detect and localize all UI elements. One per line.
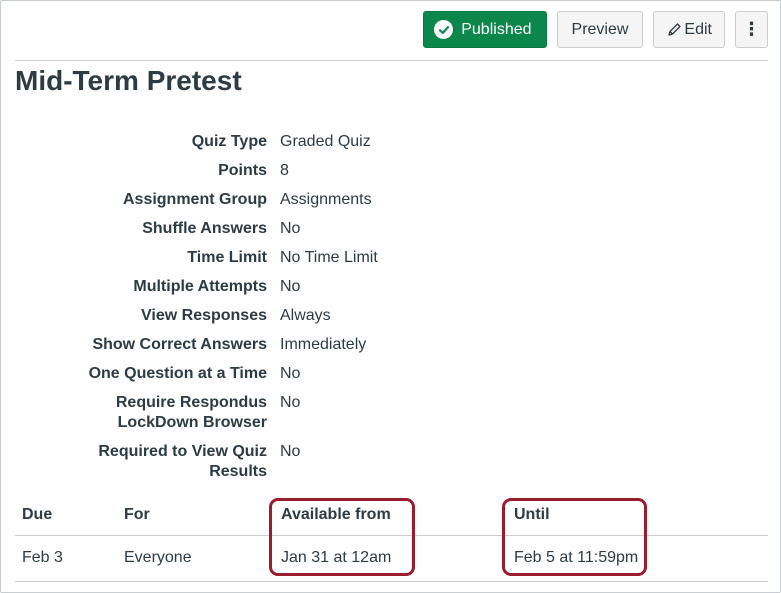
detail-value: No: [280, 278, 301, 295]
detail-value: No Time Limit: [280, 249, 378, 266]
detail-label: Show Correct Answers: [92, 336, 267, 353]
detail-value: Graded Quiz: [280, 133, 371, 150]
detail-row: Time Limit No Time Limit: [1, 248, 781, 268]
detail-value: 8: [280, 162, 289, 179]
detail-value: No: [280, 394, 301, 411]
detail-label: View Responses: [141, 307, 267, 324]
detail-value: Assignments: [280, 191, 372, 208]
header-due: Due: [22, 506, 53, 523]
detail-label: Points: [218, 162, 267, 179]
detail-row: Require Respondus LockDown Browser No: [1, 393, 781, 433]
detail-label: Time Limit: [187, 249, 267, 266]
detail-label: Require Respondus LockDown Browser: [115, 394, 267, 431]
detail-value: No: [280, 365, 301, 382]
detail-value: No: [280, 443, 301, 460]
detail-value: Always: [280, 307, 331, 324]
detail-row: View Responses Always: [1, 306, 781, 326]
detail-label: Assignment Group: [122, 191, 267, 208]
page-title: Mid-Term Pretest: [15, 65, 242, 96]
detail-label: Multiple Attempts: [133, 278, 267, 295]
toolbar: Published Preview Edit ⋮: [423, 11, 768, 48]
detail-label: Required to View Quiz Results: [98, 443, 267, 480]
edit-label: Edit: [684, 20, 712, 38]
cell-for: Everyone: [124, 549, 192, 566]
detail-value: Immediately: [280, 336, 367, 353]
quiz-page: Published Preview Edit ⋮ Mid-Term Pretes…: [0, 0, 781, 593]
detail-label: One Question at a Time: [88, 365, 267, 382]
kebab-icon: ⋮: [742, 19, 761, 39]
table-divider: [15, 581, 768, 582]
highlight-until: [502, 498, 647, 576]
detail-row: Show Correct Answers Immediately: [1, 335, 781, 355]
detail-row: Points 8: [1, 161, 781, 181]
quiz-details: Quiz Type Graded Quiz Points 8 Assignment …: [1, 132, 781, 491]
pencil-icon: [666, 22, 682, 38]
detail-row: Multiple Attempts No: [1, 277, 781, 297]
detail-row: One Question at a Time No: [1, 364, 781, 384]
cell-due: Feb 3: [22, 549, 63, 566]
preview-button[interactable]: Preview: [556, 11, 644, 48]
detail-value: No: [280, 220, 301, 237]
more-options-button[interactable]: ⋮: [735, 11, 768, 48]
highlight-available-from: [269, 498, 415, 576]
detail-row: Quiz Type Graded Quiz: [1, 132, 781, 152]
detail-label: Shuffle Answers: [142, 220, 267, 237]
detail-row: Shuffle Answers No: [1, 219, 781, 239]
edit-button[interactable]: Edit: [653, 11, 725, 48]
published-button[interactable]: Published: [423, 11, 547, 48]
check-circle-icon: [434, 20, 454, 39]
detail-row: Assignment Group Assignments: [1, 190, 781, 210]
detail-row: Required to View Quiz Results No: [1, 442, 781, 482]
header-divider: [15, 60, 768, 61]
published-label: Published: [461, 20, 532, 38]
detail-label: Quiz Type: [191, 133, 267, 150]
header-for: For: [124, 506, 150, 523]
